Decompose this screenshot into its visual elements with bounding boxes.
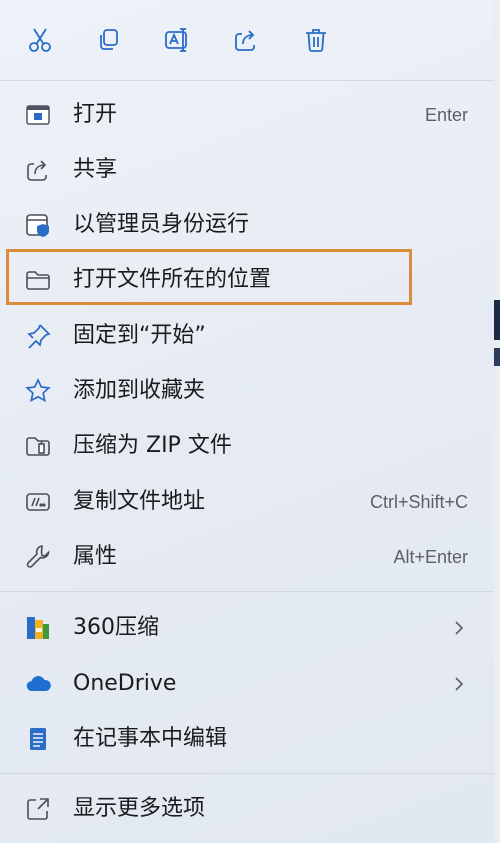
chevron-right-icon — [455, 621, 464, 635]
context-menu-toolbar — [0, 0, 494, 80]
cut-icon — [29, 28, 51, 52]
notepad-icon — [30, 728, 46, 750]
background-strip — [494, 348, 500, 366]
menu-item-label: 在记事本中编辑 — [73, 726, 228, 751]
share-button[interactable] — [228, 22, 264, 58]
context-menu: 打开 Enter 共享 以管理员身份运行 打开文件所在的位置 固定到“开始” 添… — [0, 0, 495, 843]
delete-icon — [306, 29, 326, 52]
open-app-icon — [26, 105, 50, 125]
menu-item-copy-file-path[interactable]: 复制文件地址 Ctrl+Shift+C — [10, 476, 484, 528]
menu-item-label: 添加到收藏夹 — [73, 378, 206, 403]
menu-item-label: 压缩为 ZIP 文件 — [73, 433, 232, 458]
menu-item-label: 属性 — [73, 544, 118, 569]
menu-item-show-more-options[interactable]: 显示更多选项 — [10, 783, 484, 835]
rename-icon — [165, 28, 187, 52]
share-icon — [235, 30, 255, 51]
menu-item-onedrive[interactable]: OneDrive — [10, 658, 484, 710]
star-icon — [25, 378, 51, 403]
pin-icon — [27, 324, 51, 349]
copy-path-icon — [26, 493, 50, 511]
menu-item-edit-in-notepad[interactable]: 在记事本中编辑 — [10, 713, 484, 765]
menu-item-label: 显示更多选项 — [73, 796, 206, 821]
menu-item-label: OneDrive — [73, 671, 177, 696]
menu-item-compress-zip[interactable]: 压缩为 ZIP 文件 — [10, 420, 484, 472]
more-options-icon — [27, 798, 49, 820]
wrench-icon — [26, 545, 50, 568]
menu-item-shortcut: Ctrl+Shift+C — [369, 492, 468, 512]
menu-item-open[interactable]: 打开 Enter — [10, 89, 484, 141]
menu-item-360zip[interactable]: 360压缩 — [10, 602, 484, 654]
rename-button[interactable] — [159, 22, 195, 58]
onedrive-cloud-icon — [26, 676, 51, 692]
copy-icon — [100, 29, 118, 50]
highlight-box — [6, 249, 412, 305]
menu-item-shortcut: Alt+Enter — [393, 547, 468, 567]
zip-folder-icon — [26, 437, 50, 456]
menu-item-shortcut: Enter — [424, 105, 468, 125]
menu-item-label: 360压缩 — [73, 615, 159, 640]
menu-divider — [0, 591, 494, 592]
cut-button[interactable] — [22, 22, 58, 58]
menu-item-label: 复制文件地址 — [73, 489, 206, 514]
menu-divider — [0, 773, 494, 774]
menu-item-label: 打开 — [73, 102, 118, 127]
menu-item-label: 固定到“开始” — [73, 323, 206, 348]
delete-button[interactable] — [298, 22, 334, 58]
menu-item-share[interactable]: 共享 — [10, 144, 484, 196]
menu-item-run-as-admin[interactable]: 以管理员身份运行 — [10, 199, 484, 251]
background-window-edge — [494, 0, 500, 843]
menu-item-properties[interactable]: 属性 Alt+Enter — [10, 531, 484, 583]
background-strip — [494, 300, 500, 340]
menu-item-label: 以管理员身份运行 — [73, 212, 250, 237]
menu-item-add-to-favorites[interactable]: 添加到收藏夹 — [10, 365, 484, 417]
chevron-right-icon — [455, 677, 464, 691]
menu-item-label: 共享 — [73, 157, 118, 182]
menu-item-pin-to-start[interactable]: 固定到“开始” — [10, 310, 484, 362]
360zip-icon — [27, 617, 49, 639]
toolbar-divider — [0, 80, 494, 81]
admin-shield-icon — [26, 214, 49, 237]
share-icon — [27, 160, 47, 181]
copy-button[interactable] — [90, 22, 126, 58]
